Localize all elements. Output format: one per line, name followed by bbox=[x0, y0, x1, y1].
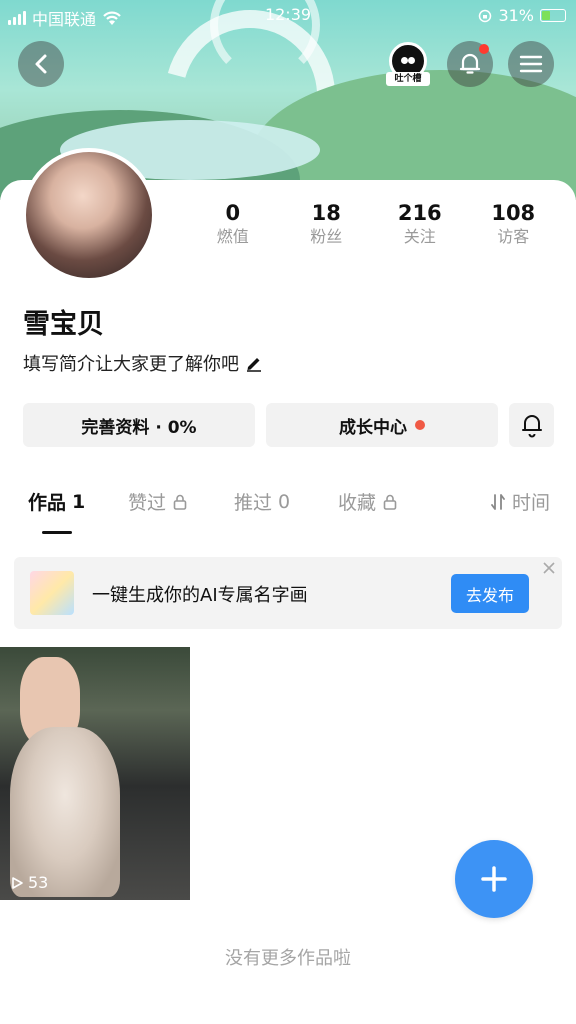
tab-works[interactable]: 作品 1 bbox=[28, 488, 85, 515]
sort-icon bbox=[491, 493, 505, 510]
create-post-button[interactable] bbox=[455, 840, 533, 918]
lock-icon bbox=[173, 494, 187, 510]
feedback-mascot-button[interactable]: 吐个槽 bbox=[386, 42, 430, 88]
tab-favorites[interactable]: 收藏 bbox=[338, 488, 398, 515]
chevron-left-icon bbox=[35, 54, 47, 74]
stat-label: 关注 bbox=[403, 227, 436, 246]
tab-count: 0 bbox=[278, 490, 291, 513]
subscribe-bell-button[interactable] bbox=[509, 403, 554, 447]
growth-center-dot bbox=[415, 420, 425, 430]
stat-heat[interactable]: 0 燃值 bbox=[186, 200, 280, 248]
stat-visitors[interactable]: 108 访客 bbox=[467, 200, 561, 248]
stat-value: 18 bbox=[311, 201, 341, 225]
tab-liked[interactable]: 赞过 bbox=[128, 488, 188, 515]
stat-followers[interactable]: 18 粉丝 bbox=[280, 200, 374, 248]
profile-stats: 0 燃值 18 粉丝 216 关注 108 访客 bbox=[186, 200, 560, 248]
pencil-icon bbox=[247, 358, 261, 372]
plus-icon bbox=[481, 866, 507, 892]
play-count: 53 bbox=[10, 873, 48, 892]
mascot-label: 吐个槽 bbox=[386, 72, 430, 86]
active-tab-indicator bbox=[42, 531, 72, 534]
sort-label: 时间 bbox=[512, 492, 551, 514]
tab-label: 收藏 bbox=[338, 492, 377, 514]
growth-center-label: 成长中心 bbox=[339, 417, 407, 438]
complete-profile-button[interactable]: 完善资料 · 0% bbox=[23, 403, 255, 447]
battery-percent: 31% bbox=[498, 6, 534, 25]
growth-center-button[interactable]: 成长中心 bbox=[266, 403, 498, 447]
tab-count: 1 bbox=[72, 490, 86, 513]
hamburger-menu-icon bbox=[519, 55, 543, 73]
promo-thumbnail bbox=[30, 571, 74, 615]
tab-label: 推过 bbox=[234, 492, 273, 514]
bell-icon bbox=[459, 53, 481, 74]
back-button[interactable] bbox=[18, 41, 64, 87]
bio-text: 填写简介让大家更了解你吧 bbox=[23, 354, 239, 375]
stat-value: 216 bbox=[397, 201, 442, 225]
notification-dot bbox=[479, 44, 489, 54]
lock-icon bbox=[383, 494, 397, 510]
rotation-lock-icon bbox=[479, 9, 492, 22]
stat-label: 访客 bbox=[497, 227, 530, 246]
content-tabs: 作品 1 赞过 推过 0 收藏 时间 bbox=[0, 488, 576, 538]
promo-text: 一键生成你的AI专属名字画 bbox=[92, 585, 308, 606]
stat-label: 粉丝 bbox=[310, 227, 343, 246]
close-icon[interactable] bbox=[542, 561, 556, 575]
tab-label: 赞过 bbox=[128, 492, 167, 514]
stat-label: 燃值 bbox=[216, 227, 249, 246]
publish-button[interactable]: 去发布 bbox=[451, 574, 529, 613]
battery-icon bbox=[540, 9, 566, 22]
tab-label: 作品 bbox=[28, 492, 67, 514]
ai-name-art-promo[interactable]: 一键生成你的AI专属名字画 去发布 bbox=[14, 557, 562, 629]
stat-value: 0 bbox=[225, 201, 241, 225]
status-right: 31% bbox=[478, 6, 566, 25]
sort-by-time-button[interactable]: 时间 bbox=[490, 488, 550, 515]
profile-bio[interactable]: 填写简介让大家更了解你吧 bbox=[23, 350, 263, 376]
menu-button[interactable] bbox=[508, 41, 554, 87]
work-thumbnail[interactable]: 53 bbox=[0, 647, 190, 900]
status-bar: 中国联通 12:39 31% bbox=[0, 0, 576, 32]
play-icon bbox=[12, 876, 23, 889]
stat-value: 108 bbox=[491, 201, 536, 225]
bell-icon bbox=[521, 415, 542, 438]
profile-name: 雪宝贝 bbox=[23, 309, 104, 340]
stat-following[interactable]: 216 关注 bbox=[373, 200, 467, 248]
notifications-button[interactable] bbox=[447, 41, 493, 87]
tab-pushed[interactable]: 推过 0 bbox=[234, 488, 290, 515]
thumbnail-dress bbox=[10, 727, 120, 897]
no-more-works-text: 没有更多作品啦 bbox=[225, 948, 351, 969]
play-count-value: 53 bbox=[28, 873, 49, 892]
complete-profile-label: 完善资料 · 0% bbox=[81, 417, 197, 438]
avatar[interactable] bbox=[22, 148, 156, 282]
